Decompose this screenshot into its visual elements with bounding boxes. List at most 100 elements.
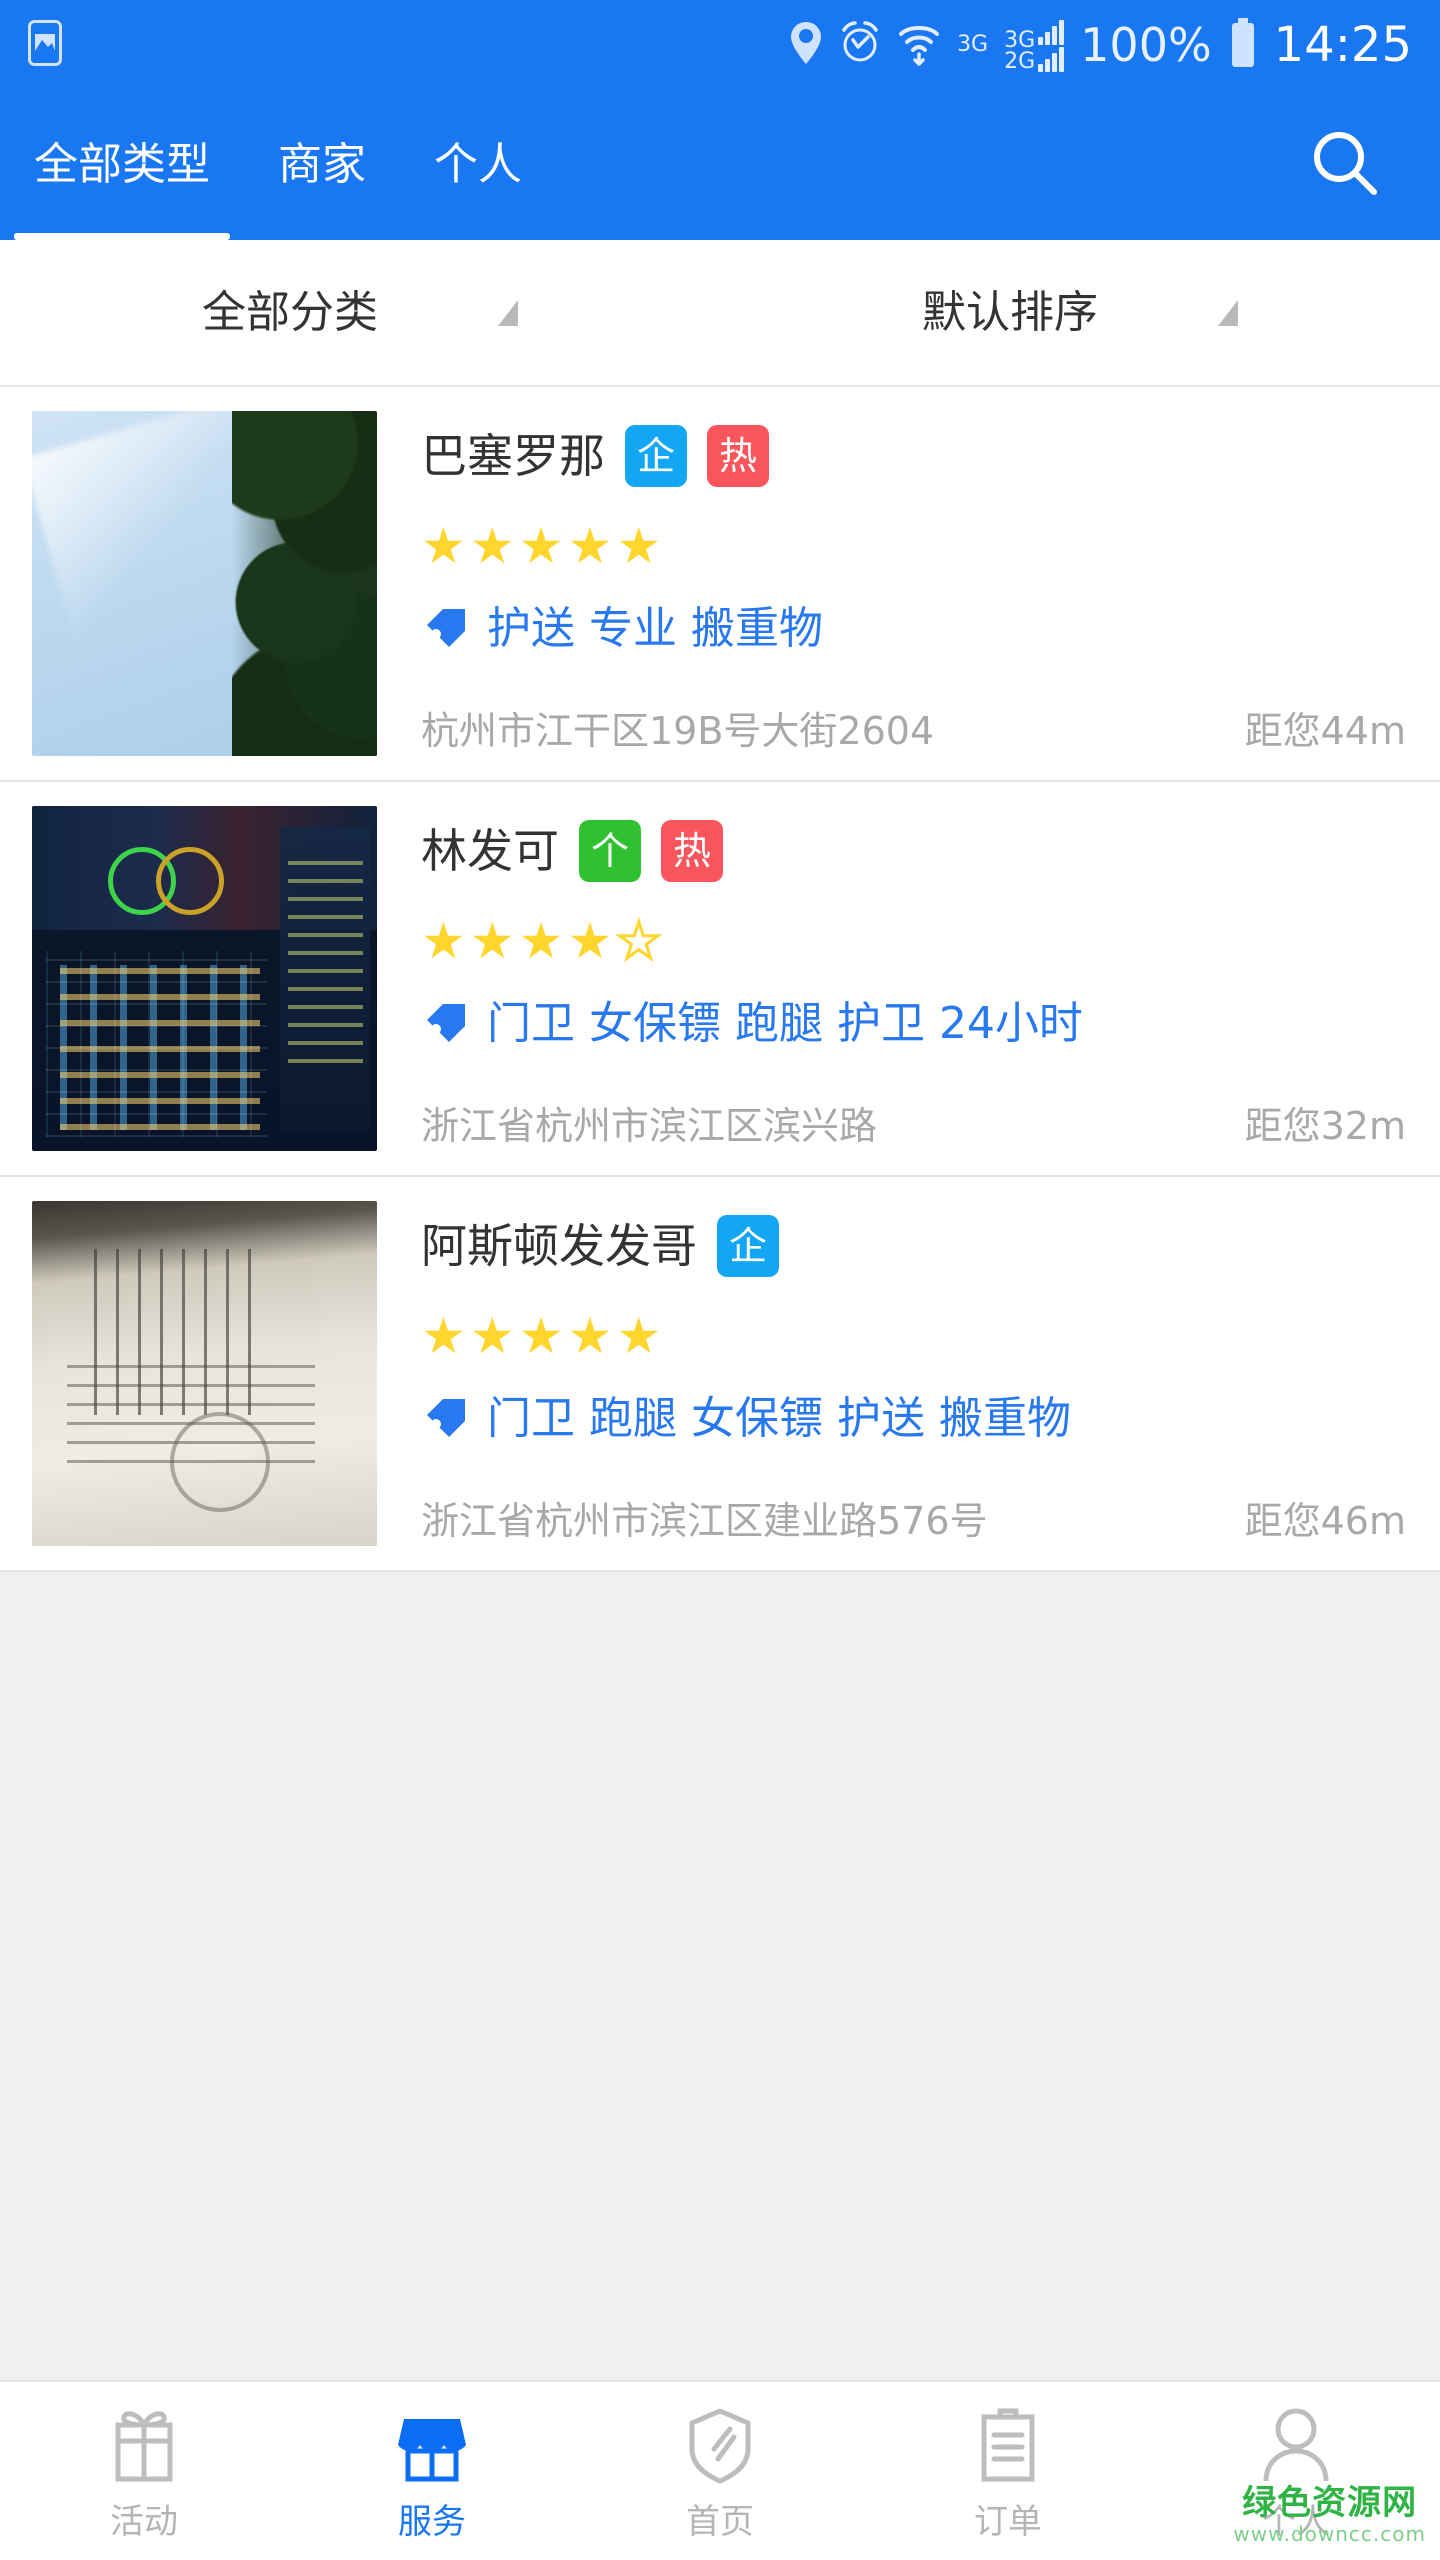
- listing-address: 杭州市江干区19B号大街2604: [421, 709, 935, 753]
- badge-enterprise: 企: [625, 425, 687, 487]
- listing-title-row: 阿斯顿发发哥 企: [421, 1215, 1414, 1277]
- star-filled: ★: [421, 1307, 466, 1365]
- rating-stars: ★ ★ ★ ★ ★: [421, 521, 1414, 571]
- tag-icon: [421, 603, 469, 655]
- tab-all-types[interactable]: 全部类型: [0, 90, 244, 240]
- rating-stars: ★ ★ ★ ★ ★: [421, 1311, 1414, 1361]
- nav-item-profile-label: 个人: [1262, 2502, 1330, 2542]
- star-filled: ★: [518, 1307, 564, 1365]
- listing-thumbnail[interactable]: [32, 411, 377, 756]
- shield-icon: [678, 2403, 762, 2491]
- listing-thumbnail[interactable]: [32, 806, 377, 1151]
- listing-details: 巴塞罗那 企 热 ★ ★ ★ ★ ★ 护送 专业 搬重物 杭州市江干区19B号大…: [377, 411, 1414, 756]
- clipboard-icon: [966, 2403, 1050, 2491]
- nav-item-service-label: 服务: [398, 2502, 466, 2542]
- listing-distance: 距您32m: [1244, 1104, 1406, 1148]
- nav-item-profile[interactable]: 个人: [1152, 2382, 1440, 2560]
- filter-sort-dropdown[interactable]: 默认排序: [720, 240, 1440, 385]
- listing-distance: 距您46m: [1244, 1499, 1406, 1543]
- tab-all-types-label: 全部类型: [34, 139, 210, 190]
- app-screen: 3G 3G 2G 100% 14:25 全部类型 商家 个人 全部分类 默认排序…: [0, 0, 1440, 2560]
- listing-details: 林发可 个 热 ★ ★ ★ ★ ★ 门卫 女保镖 跑腿 护卫 24小时 浙江省杭…: [377, 806, 1414, 1151]
- signal-bars-icon-1: [1038, 19, 1065, 45]
- badge-enterprise: 企: [717, 1215, 779, 1277]
- listing-address-row: 浙江省杭州市滨江区滨兴路 距您32m: [421, 1073, 1414, 1151]
- location-pin-icon: [789, 20, 823, 70]
- tab-merchant-label: 商家: [278, 139, 366, 190]
- list-item[interactable]: 林发可 个 热 ★ ★ ★ ★ ★ 门卫 女保镖 跑腿 护卫 24小时 浙江省杭…: [0, 782, 1440, 1177]
- network-type-label-1: 3G: [957, 32, 989, 57]
- listing-name: 阿斯顿发发哥: [421, 1219, 697, 1273]
- tab-list: 全部类型 商家 个人: [0, 90, 556, 240]
- status-bar-right: 3G 3G 2G 100% 14:25: [789, 18, 1412, 72]
- tag-icon: [421, 998, 469, 1050]
- star-filled: ★: [469, 912, 515, 970]
- image-icon: [28, 20, 62, 70]
- filter-bar: 全部分类 默认排序: [0, 240, 1440, 387]
- listing-title-row: 巴塞罗那 企 热: [421, 425, 1414, 487]
- caret-down-icon: [498, 299, 518, 326]
- listing-details: 阿斯顿发发哥 企 ★ ★ ★ ★ ★ 门卫 跑腿 女保镖 护送 搬重物 浙江省杭…: [377, 1201, 1414, 1546]
- listing-name: 巴塞罗那: [421, 429, 605, 483]
- thumbnail-sidebar-detail: [280, 826, 371, 1131]
- service-tags-row: 门卫 跑腿 女保镖 护送 搬重物: [421, 1393, 1414, 1445]
- network-type-stack: 3G 2G: [1004, 29, 1036, 74]
- listing-thumbnail[interactable]: [32, 1201, 377, 1546]
- star-filled: ★: [518, 912, 564, 970]
- listing-distance: 距您44m: [1244, 709, 1406, 753]
- signal-3g-2g-group: 3G 2G: [1004, 19, 1065, 74]
- star-filled: ★: [421, 517, 466, 575]
- listing-address-row: 浙江省杭州市滨江区建业路576号 距您46m: [421, 1468, 1414, 1546]
- battery-icon: [1228, 18, 1258, 72]
- filter-category-dropdown[interactable]: 全部分类: [0, 240, 720, 385]
- signal-3g-primary: 3G: [957, 32, 989, 57]
- list-item[interactable]: 阿斯顿发发哥 企 ★ ★ ★ ★ ★ 门卫 跑腿 女保镖 护送 搬重物 浙江省杭…: [0, 1177, 1440, 1572]
- nav-item-activity[interactable]: 活动: [0, 2382, 288, 2560]
- star-filled: ★: [518, 517, 564, 575]
- listing-name: 林发可: [421, 824, 559, 878]
- tab-personal-label: 个人: [434, 139, 522, 190]
- service-tags-label: 护送 专业 搬重物: [487, 603, 823, 654]
- tag-icon: [421, 1393, 469, 1445]
- signal-bars-stack: [1038, 19, 1065, 72]
- tab-merchant[interactable]: 商家: [244, 90, 400, 240]
- nav-item-orders-label: 订单: [974, 2502, 1042, 2542]
- bottom-nav-bar: 活动 服务 首页 订单 个人 绿色资源网 www.downcc.com: [0, 2380, 1440, 2560]
- service-tags-row: 门卫 女保镖 跑腿 护卫 24小时: [421, 998, 1414, 1050]
- filter-category-label: 全部分类: [202, 286, 378, 338]
- star-empty: ★: [615, 912, 663, 970]
- star-filled: ★: [469, 1307, 515, 1365]
- thumbnail-tree-detail: [232, 411, 377, 756]
- badge-hot: 热: [661, 820, 723, 882]
- service-tags-label: 门卫 跑腿 女保镖 护送 搬重物: [487, 1393, 1071, 1444]
- thumbnail-circle-detail: [170, 1411, 270, 1512]
- nav-item-home[interactable]: 首页: [576, 2382, 864, 2560]
- star-filled: ★: [567, 517, 613, 575]
- alarm-clock-icon: [839, 20, 881, 70]
- rating-stars: ★ ★ ★ ★ ★: [421, 912, 1414, 970]
- status-bar-left: [28, 20, 62, 70]
- status-bar: 3G 3G 2G 100% 14:25: [0, 0, 1440, 90]
- thumbnail-dots-detail: [59, 964, 260, 1131]
- network-type-label-3: 2G: [1004, 48, 1036, 74]
- top-tab-bar: 全部类型 商家 个人: [0, 90, 1440, 240]
- badge-hot: 热: [707, 425, 769, 487]
- nav-item-activity-label: 活动: [110, 2502, 178, 2542]
- signal-bars-icon-2: [1038, 46, 1065, 72]
- nav-item-orders[interactable]: 订单: [864, 2382, 1152, 2560]
- nav-item-home-label: 首页: [686, 2502, 754, 2542]
- caret-down-icon: [1218, 299, 1238, 326]
- nav-item-service[interactable]: 服务: [288, 2382, 576, 2560]
- star-filled: ★: [616, 1307, 662, 1365]
- listing-address: 浙江省杭州市滨江区滨兴路: [421, 1104, 878, 1148]
- search-button[interactable]: [1270, 90, 1420, 240]
- wifi-icon: [897, 20, 941, 70]
- listing-list[interactable]: 巴塞罗那 企 热 ★ ★ ★ ★ ★ 护送 专业 搬重物 杭州市江干区19B号大…: [0, 387, 1440, 2380]
- person-icon: [1254, 2403, 1338, 2491]
- search-icon: [1308, 126, 1382, 204]
- star-filled: ★: [567, 912, 613, 970]
- list-item[interactable]: 巴塞罗那 企 热 ★ ★ ★ ★ ★ 护送 专业 搬重物 杭州市江干区19B号大…: [0, 387, 1440, 782]
- tab-personal[interactable]: 个人: [400, 90, 556, 240]
- star-filled: ★: [616, 517, 662, 575]
- battery-percent-label: 100%: [1080, 18, 1212, 72]
